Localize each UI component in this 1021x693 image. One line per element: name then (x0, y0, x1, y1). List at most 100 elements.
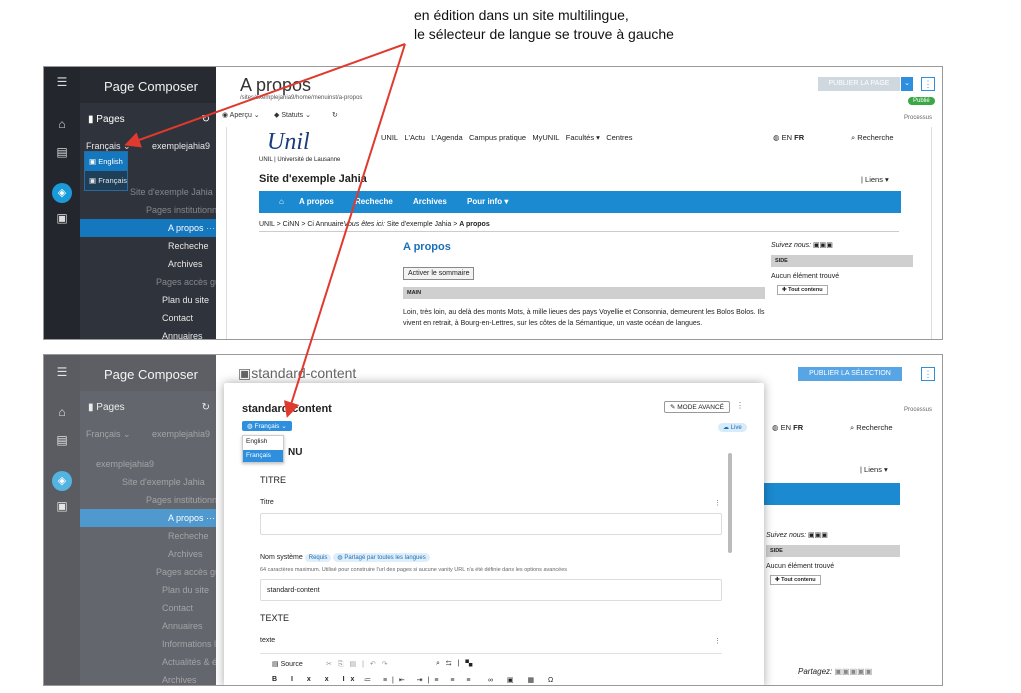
dialog-more-icon[interactable]: ⋮ (736, 401, 744, 410)
tree-item-recheche[interactable]: Recheche (80, 527, 216, 545)
tree-item-pages-acces[interactable]: Pages accès guide (80, 273, 216, 291)
status-button[interactable]: ◆ Statuts ⌄ (274, 111, 311, 119)
tree-item-contact[interactable]: Contact (80, 309, 216, 327)
tree-item-actualites[interactable]: Actualités & événe (80, 653, 216, 671)
clipboard-tools[interactable]: ✂⎘▤|↶↷ (326, 660, 394, 669)
title-field-more-icon[interactable]: ⋮ (714, 499, 721, 507)
site-lang-en[interactable]: EN (782, 133, 792, 142)
clipboard-icon[interactable]: ▤ (55, 145, 69, 159)
tree-item-a-propos[interactable]: A propos ··· (80, 219, 216, 237)
tree-item-informations[interactable]: Informations légal (80, 635, 216, 653)
tree-item-annuaires[interactable]: Annuaires (80, 617, 216, 635)
topnav-item[interactable]: MyUNIL (532, 133, 559, 142)
publish-menu-chevron-icon[interactable]: ⌄ (901, 77, 913, 91)
find-tools[interactable]: ⌕⇆|▚ (436, 660, 478, 668)
site-search[interactable]: ⌕ Recherche (851, 133, 894, 143)
tree-item-root[interactable]: exemplejahia9 (80, 455, 216, 473)
title-input[interactable] (260, 513, 722, 535)
pages-header[interactable]: ▮ Pages ↻ (80, 399, 216, 417)
liens-menu[interactable]: | Liens ▾ (861, 175, 889, 184)
insert-tools[interactable]: ∞ ▣ ▦ Ω (488, 676, 559, 684)
more-icon[interactable]: ··· (206, 513, 215, 523)
system-name-input[interactable]: standard-content (260, 579, 722, 601)
home-icon[interactable]: ⌂ (279, 197, 284, 206)
more-icon[interactable]: ··· (206, 223, 215, 233)
processus-link[interactable]: Processus (904, 407, 932, 413)
topnav-item[interactable]: Facultés ▾ (566, 133, 600, 142)
lang-option-english[interactable]: English (243, 436, 283, 448)
language-selector[interactable]: Français ⌄ exemplejahia9 (80, 425, 216, 443)
topnav-item[interactable]: L'Agenda (431, 133, 462, 142)
lang-option-english[interactable]: ▣ English (85, 152, 127, 171)
reload-icon[interactable]: ↻ (332, 111, 338, 119)
site-lang-fr[interactable]: FR (794, 133, 804, 142)
lang-option-francais[interactable]: Français (243, 450, 283, 462)
source-button[interactable]: ▤ Source (272, 660, 303, 668)
menu-icon[interactable]: ☰ (55, 75, 69, 89)
page-composer-icon[interactable]: ◈ (52, 183, 72, 203)
topnav-item[interactable]: UNIL (381, 133, 398, 142)
main-area-label[interactable]: MAIN (403, 287, 765, 299)
tree-item-plan-du-site[interactable]: Plan du site (80, 291, 216, 309)
tree-item-site[interactable]: Site d'exemple Jahia (80, 473, 216, 491)
more-actions-icon[interactable]: ⋮ (921, 77, 935, 91)
topnav-item[interactable]: Campus pratique (469, 133, 526, 142)
tree-item-plan-du-site[interactable]: Plan du site (80, 581, 216, 599)
nav-item-archives[interactable]: Archives (413, 197, 447, 206)
social-icons[interactable]: ▣▣▣ (808, 532, 828, 539)
topnav-item[interactable]: Centres (606, 133, 632, 142)
clipboard-icon[interactable]: ▤ (55, 433, 69, 447)
pages-header[interactable]: ▮ Pages ↻ (80, 111, 216, 129)
nav-item-a-propos[interactable]: A propos (299, 197, 334, 206)
site-lang-switch[interactable]: ◍ EN FR (773, 133, 804, 142)
tree-item-pages-institutionnelles[interactable]: Pages institutionn (80, 201, 216, 219)
activate-summary-button[interactable]: Activer le sommaire (403, 267, 475, 280)
nav-item-recheche[interactable]: Recheche (355, 197, 393, 206)
tree-item-pages-institutionnelles[interactable]: Pages institutionn (80, 491, 216, 509)
nav-item-pour-info[interactable]: Pour info ▾ (467, 197, 508, 206)
media-icon[interactable]: ▣ (55, 499, 69, 513)
liens-menu[interactable]: | Liens ▾ (860, 465, 888, 474)
media-icon[interactable]: ▣ (55, 211, 69, 225)
tree-item-label: A propos (168, 223, 204, 233)
breadcrumb-site[interactable]: Site d'exemple Jahia > (387, 221, 457, 228)
menu-icon[interactable]: ☰ (55, 365, 69, 379)
page-composer-icon[interactable]: ◈ (52, 471, 72, 491)
home-icon[interactable]: ⌂ (55, 405, 69, 419)
site-search[interactable]: ⌕ Recherche (850, 423, 893, 433)
site-lang-en[interactable]: EN (781, 423, 791, 432)
site-select-value[interactable]: exemplejahia9 (152, 137, 210, 155)
dialog-scrollbar[interactable] (728, 453, 732, 553)
social-icons[interactable]: ▣▣▣ (813, 242, 833, 249)
share-icons[interactable]: ▣▣▣▣▣ (834, 667, 872, 676)
tree-item-site[interactable]: Site d'exemple Jahia (80, 183, 216, 201)
tree-item-a-propos[interactable]: A propos ··· (80, 509, 216, 527)
side-area-label[interactable]: SIDE (766, 545, 900, 557)
breadcrumb-prefix[interactable]: UNIL > CiNN > Ci Annuaire (259, 221, 344, 228)
tree-item-archives[interactable]: Archives (80, 545, 216, 563)
tree-item-archives-2[interactable]: Archives (80, 671, 216, 685)
publish-page-button[interactable]: PUBLIER LA PAGE (818, 77, 900, 91)
all-content-button[interactable]: ✚ Tout contenu (770, 575, 821, 585)
text-field-more-icon[interactable]: ⋮ (714, 637, 721, 645)
home-icon[interactable]: ⌂ (55, 117, 69, 131)
site-lang-fr[interactable]: FR (793, 423, 803, 432)
site-lang-switch[interactable]: ◍ EN FR (772, 423, 803, 432)
tree-item-recheche[interactable]: Recheche (80, 237, 216, 255)
tree-item-archives[interactable]: Archives (80, 255, 216, 273)
side-area-label[interactable]: SIDE (771, 255, 913, 267)
tree-item-annuaires[interactable]: Annuaires (80, 327, 216, 339)
tree-item-pages-acces[interactable]: Pages accès guide (80, 563, 216, 581)
advanced-mode-button[interactable]: ✎ MODE AVANCÉ (664, 401, 730, 413)
all-content-button[interactable]: ✚ Tout contenu (777, 285, 828, 295)
dialog-language-button[interactable]: ◍ Français ⌄ (242, 421, 292, 431)
preview-button[interactable]: ◉ Aperçu ⌄ (222, 111, 260, 119)
publish-selection-button[interactable]: PUBLIER LA SÉLECTION (798, 367, 902, 381)
refresh-icon[interactable]: ↻ (202, 111, 210, 129)
paragraph-tools[interactable]: ≔ ≡|⇤ ⇥|≡ ≡ ≡ (364, 676, 475, 684)
more-actions-icon[interactable]: ⋮ (921, 367, 935, 381)
topnav-item[interactable]: L'Actu (404, 133, 425, 142)
refresh-icon[interactable]: ↻ (202, 399, 210, 417)
tree-item-contact[interactable]: Contact (80, 599, 216, 617)
format-tools[interactable]: B I x x Ix (272, 676, 360, 683)
